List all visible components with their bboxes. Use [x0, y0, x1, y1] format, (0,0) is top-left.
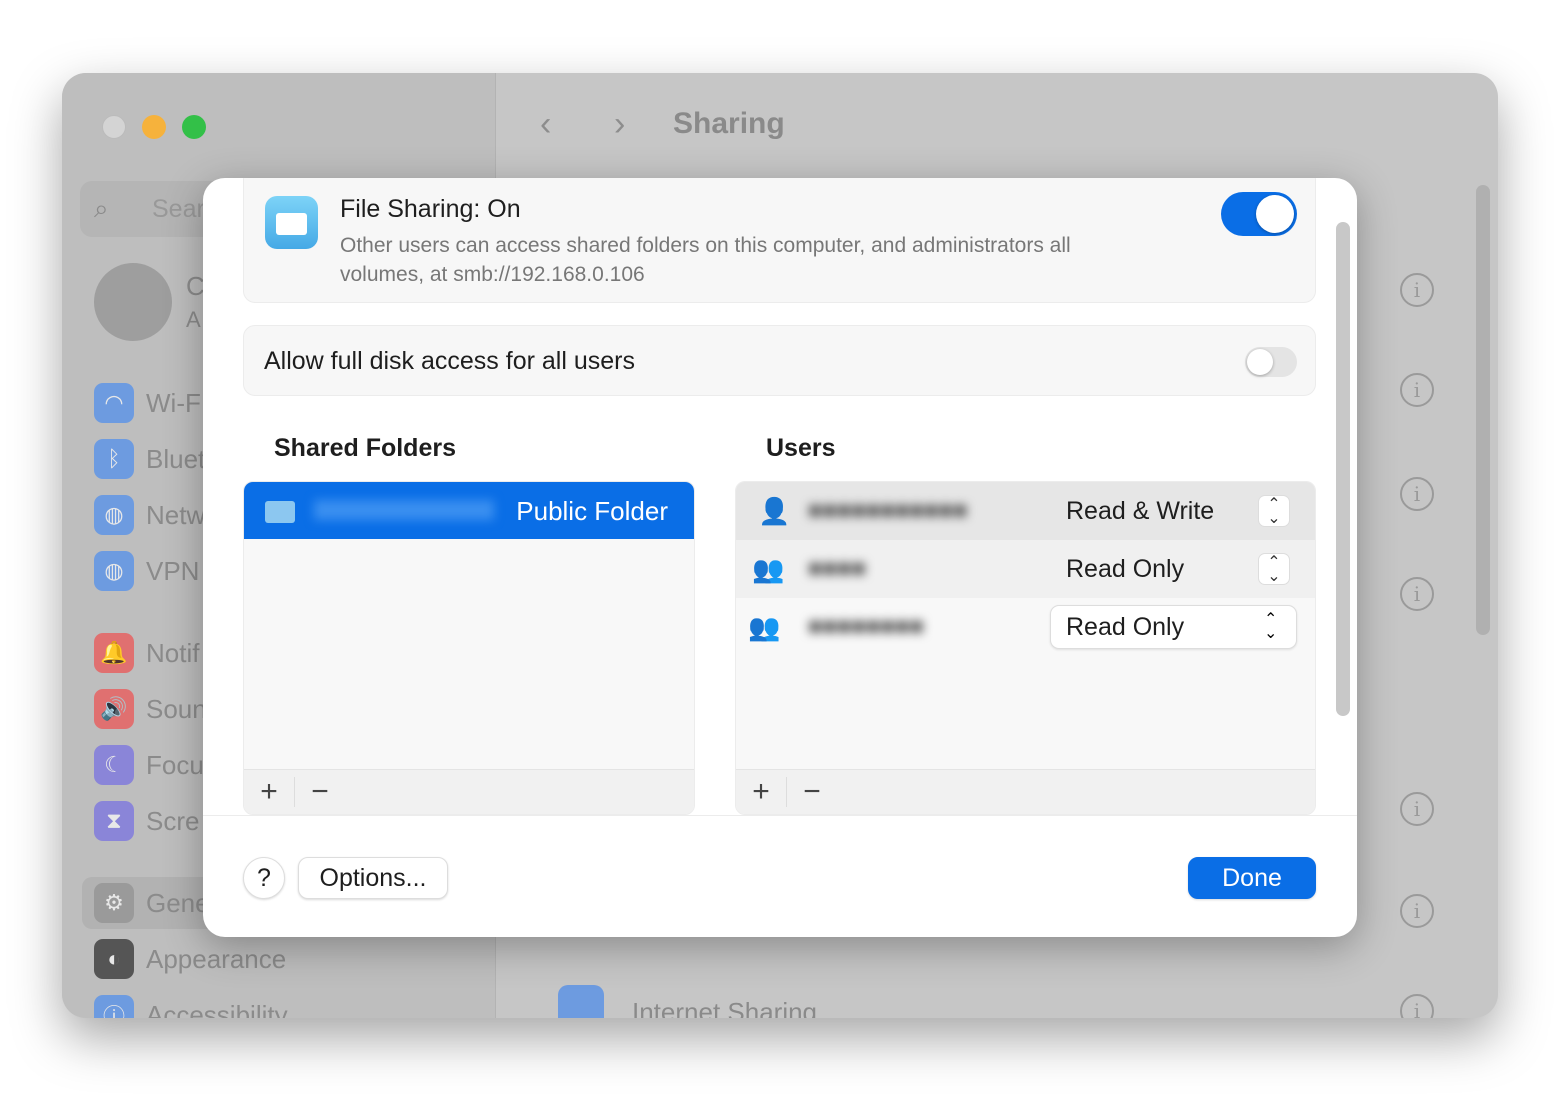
redacted-user: ■■■■: [808, 555, 866, 582]
folder-icon: [265, 501, 295, 523]
globe-icon: ◍: [94, 495, 134, 535]
moon-icon: ☾: [94, 745, 134, 785]
file-sharing-toggle[interactable]: [1221, 192, 1297, 236]
user-row[interactable]: 👤 ■■■■■■■■■■■ Read & Write ⌃ ⌄: [736, 482, 1315, 540]
info-icon[interactable]: i: [1400, 994, 1434, 1018]
sidebar-item-label: Scre: [146, 805, 200, 836]
sidebar-item-label: Gene: [146, 887, 210, 918]
speaker-icon: 🔊: [94, 689, 134, 729]
internet-sharing-label: Internet Sharing: [632, 997, 818, 1018]
remove-folder-button[interactable]: −: [295, 775, 345, 809]
person-icon: 👤: [758, 495, 791, 526]
shared-folders-list: Public Folder + −: [243, 481, 695, 815]
info-icon[interactable]: i: [1400, 477, 1434, 511]
info-icon[interactable]: i: [1400, 792, 1434, 826]
sidebar-item-label: Soun: [146, 693, 207, 724]
shared-folder-name: Public Folder: [516, 496, 668, 526]
users-heading: Users: [766, 434, 836, 462]
bluetooth-icon: ᛒ: [94, 439, 134, 479]
hourglass-icon: ⧗: [94, 801, 134, 841]
folders-toolbar: + −: [244, 769, 694, 814]
user-row[interactable]: 👥 ■■■■ Read Only ⌃ ⌄: [736, 540, 1315, 598]
users-toolbar: + −: [736, 769, 1315, 814]
sidebar-item[interactable]: ☾ Focu: [94, 745, 204, 785]
dialog-scrollbar[interactable]: [1336, 222, 1350, 716]
options-button[interactable]: Options...: [298, 857, 448, 899]
sidebar-item-label: Netw: [146, 499, 206, 530]
gear-icon: ⚙: [94, 883, 134, 923]
sidebar-item-label: Focu: [146, 749, 204, 780]
everyone-icon: 👥: [748, 611, 781, 642]
sidebar-item[interactable]: ⓘ Accessibility: [94, 995, 288, 1018]
help-button[interactable]: ?: [243, 857, 285, 899]
forward-button[interactable]: ›: [614, 105, 625, 144]
back-button[interactable]: ‹: [540, 105, 551, 144]
page-title: Sharing: [673, 107, 785, 140]
sidebar-item[interactable]: ◍ Netw: [94, 495, 205, 535]
full-disk-access-toggle[interactable]: [1245, 347, 1297, 377]
sidebar-item[interactable]: ◠ Wi-F: [94, 383, 201, 423]
sidebar-item-label: Wi-F: [146, 387, 201, 418]
folder-app-icon: [265, 196, 318, 249]
redacted-user: ■■■■■■■■■■■: [808, 497, 968, 524]
sidebar-item-label: VPN: [146, 555, 200, 586]
info-icon[interactable]: i: [1400, 894, 1434, 928]
permission-label: Read Only: [1066, 554, 1185, 583]
sidebar-item-label: Appearance: [146, 943, 287, 974]
info-icon[interactable]: i: [1400, 577, 1434, 611]
file-sharing-dialog: File Sharing: On Other users can access …: [203, 178, 1357, 937]
shared-folders-heading: Shared Folders: [274, 434, 456, 462]
remove-user-button[interactable]: −: [787, 775, 837, 809]
add-user-button[interactable]: +: [736, 775, 786, 809]
permission-stepper[interactable]: ⌃ ⌄: [1258, 553, 1290, 585]
sidebar-item[interactable]: 🔔 Notif: [94, 633, 199, 673]
sidebar-item[interactable]: ◍ VPN: [94, 551, 199, 591]
redacted-owner: [314, 500, 494, 520]
done-button[interactable]: Done: [1188, 857, 1316, 899]
account-subtitle: A: [186, 307, 201, 332]
users-list: 👤 ■■■■■■■■■■■ Read & Write ⌃ ⌄ 👥 ■■■■ Rea…: [735, 481, 1316, 815]
sidebar-item[interactable]: 🔊 Soun: [94, 689, 207, 729]
sidebar-item[interactable]: ᛒ Bluet: [94, 439, 205, 479]
user-row[interactable]: 👥 ■■■■■■■■ Read Only ⌃ ⌄: [736, 598, 1315, 656]
sidebar-item[interactable]: ⧗ Scre: [94, 801, 199, 841]
divider: [203, 815, 1357, 816]
sidebar-item-label: Accessibility: [146, 999, 288, 1019]
full-disk-access-label: Allow full disk access for all users: [264, 347, 635, 375]
appearance-icon: ◐: [94, 939, 134, 979]
sidebar-item[interactable]: ◐ Appearance: [94, 939, 286, 979]
permission-label: Read & Write: [1066, 496, 1215, 525]
wifi-icon: ◠: [94, 383, 134, 423]
sidebar-item-label: Bluet: [146, 443, 206, 474]
group-icon: 👥: [752, 553, 785, 584]
sidebar-item-label: Notif: [146, 637, 200, 668]
vpn-globe-icon: ◍: [94, 551, 134, 591]
close-button[interactable]: [102, 115, 126, 139]
info-icon[interactable]: i: [1400, 273, 1434, 307]
chevron-updown-icon: ⌃ ⌄: [1264, 611, 1278, 642]
permission-stepper[interactable]: ⌃ ⌄: [1258, 495, 1290, 527]
add-folder-button[interactable]: +: [244, 775, 294, 809]
internet-sharing-icon: [558, 985, 604, 1018]
permission-label: Read Only: [1066, 612, 1185, 641]
accessibility-icon: ⓘ: [94, 995, 134, 1018]
zoom-button[interactable]: [182, 115, 206, 139]
file-sharing-card: File Sharing: On Other users can access …: [243, 178, 1316, 303]
file-sharing-description: Other users can access shared folders on…: [340, 234, 1071, 286]
window-scrollbar[interactable]: [1476, 185, 1490, 635]
minimize-button[interactable]: [142, 115, 166, 139]
shared-folder-row[interactable]: Public Folder: [244, 482, 694, 539]
avatar[interactable]: [94, 263, 172, 341]
file-sharing-title: File Sharing: On: [340, 195, 521, 223]
info-icon[interactable]: i: [1400, 373, 1434, 407]
full-disk-access-card: Allow full disk access for all users: [243, 325, 1316, 396]
account-name: C: [186, 271, 205, 301]
search-icon: ⌕: [94, 193, 109, 223]
redacted-user: ■■■■■■■■: [808, 613, 924, 640]
bell-icon: 🔔: [94, 633, 134, 673]
